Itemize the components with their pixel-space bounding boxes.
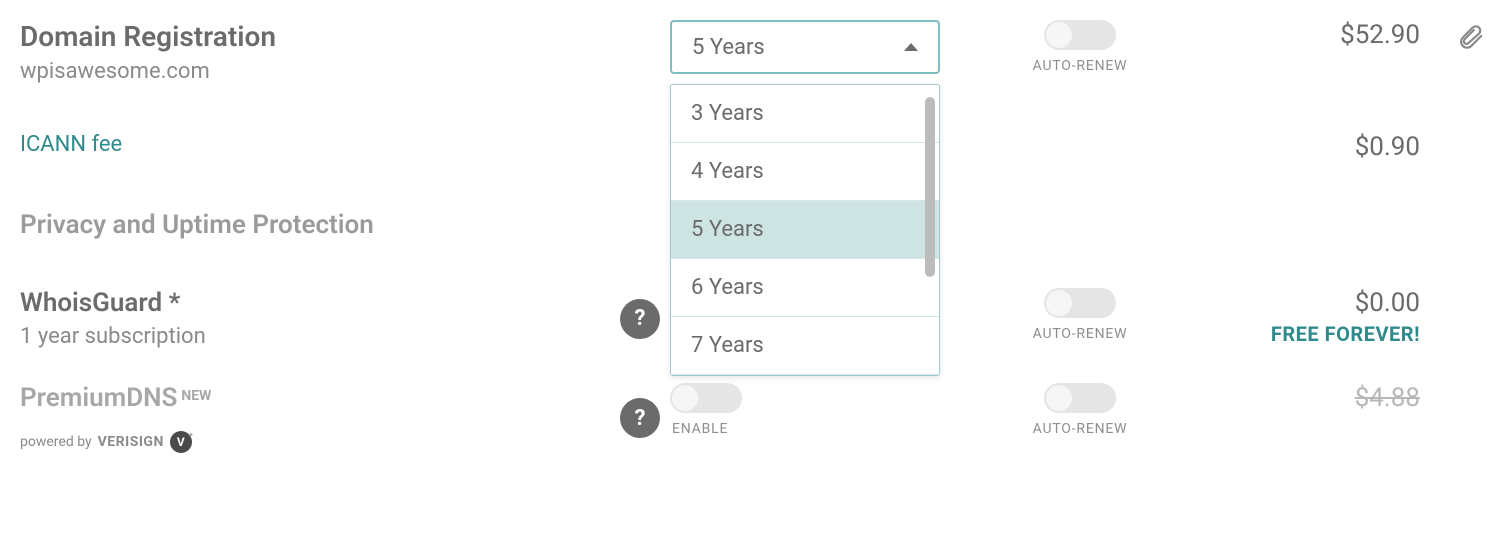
premiumdns-row: PremiumDNSNEW powered by VERISIGN V ? EN… (20, 383, 1482, 453)
domain-autorenew-col: AUTO-RENEW (980, 20, 1180, 74)
whoisguard-price-col: $0.00 FREE FOREVER! (1190, 288, 1420, 346)
icann-price-col: $0.90 (1190, 132, 1420, 162)
duration-option[interactable]: 7 Years (671, 317, 939, 375)
premiumdns-title: PremiumDNS (20, 383, 177, 413)
icann-fee-price: $0.90 (1190, 132, 1420, 162)
domain-autorenew-label: AUTO-RENEW (1033, 58, 1128, 74)
premiumdns-title-wrap: PremiumDNSNEW (20, 383, 211, 413)
privacy-uptime-header: Privacy and Uptime Protection (20, 210, 660, 240)
premiumdns-autorenew-label: AUTO-RENEW (1033, 421, 1128, 437)
chevron-up-icon (904, 43, 918, 51)
duration-select-box[interactable]: 5 Years (670, 20, 940, 74)
whoisguard-free-label: FREE FOREVER! (1190, 322, 1420, 346)
dropdown-scrollbar[interactable] (925, 97, 935, 277)
whoisguard-autorenew-label: AUTO-RENEW (1033, 326, 1128, 342)
premiumdns-enable-col: ENABLE (670, 383, 970, 437)
powered-brand: VERISIGN (98, 434, 164, 450)
domain-name: wpisawesome.com (20, 59, 660, 84)
domain-price-col: $52.90 (1190, 20, 1420, 50)
duration-option[interactable]: 6 Years (671, 259, 939, 317)
premiumdns-enable-label: ENABLE (672, 421, 728, 437)
whoisguard-price: $0.00 (1190, 288, 1420, 318)
premiumdns-enable-toggle[interactable] (670, 383, 742, 413)
domain-registration-info: Domain Registration wpisawesome.com (20, 20, 660, 84)
premiumdns-help-icon[interactable]: ? (620, 398, 660, 438)
domain-registration-title: Domain Registration (20, 20, 660, 53)
duration-option[interactable]: 4 Years (671, 143, 939, 201)
whoisguard-left: WhoisGuard * 1 year subscription ? (20, 288, 660, 349)
domain-registration-row: Domain Registration wpisawesome.com 5 Ye… (20, 20, 1482, 84)
new-badge: NEW (181, 388, 211, 404)
whoisguard-autorenew-col: AUTO-RENEW (980, 288, 1180, 342)
powered-prefix: powered by (20, 434, 92, 450)
icann-fee-label: ICANN fee (20, 132, 660, 157)
whoisguard-autorenew-toggle[interactable] (1044, 288, 1116, 318)
premiumdns-price-col: $4.88 (1190, 383, 1420, 413)
premiumdns-price: $4.88 (1190, 383, 1420, 413)
premiumdns-autorenew-toggle[interactable] (1044, 383, 1116, 413)
duration-option[interactable]: 5 Years (671, 201, 939, 259)
paperclip-icon[interactable] (1458, 24, 1484, 50)
duration-selected-value: 5 Years (692, 35, 765, 60)
duration-select[interactable]: 5 Years 3 Years 4 Years 5 Years 6 Years … (670, 20, 940, 74)
duration-option[interactable]: 3 Years (671, 85, 939, 143)
domain-actions (1430, 20, 1502, 50)
domain-autorenew-toggle[interactable] (1044, 20, 1116, 50)
icann-info: ICANN fee (20, 132, 660, 157)
powered-by: powered by VERISIGN V (20, 431, 211, 453)
whoisguard-title: WhoisGuard * (20, 288, 206, 318)
whoisguard-help-icon[interactable]: ? (620, 299, 660, 339)
premiumdns-autorenew-col: AUTO-RENEW (980, 383, 1180, 437)
duration-dropdown: 3 Years 4 Years 5 Years 6 Years 7 Years (670, 84, 940, 376)
domain-price: $52.90 (1190, 20, 1420, 50)
premiumdns-left: PremiumDNSNEW powered by VERISIGN V ? (20, 383, 660, 453)
whoisguard-sub: 1 year subscription (20, 324, 206, 349)
verisign-logo-icon: V (170, 431, 192, 453)
